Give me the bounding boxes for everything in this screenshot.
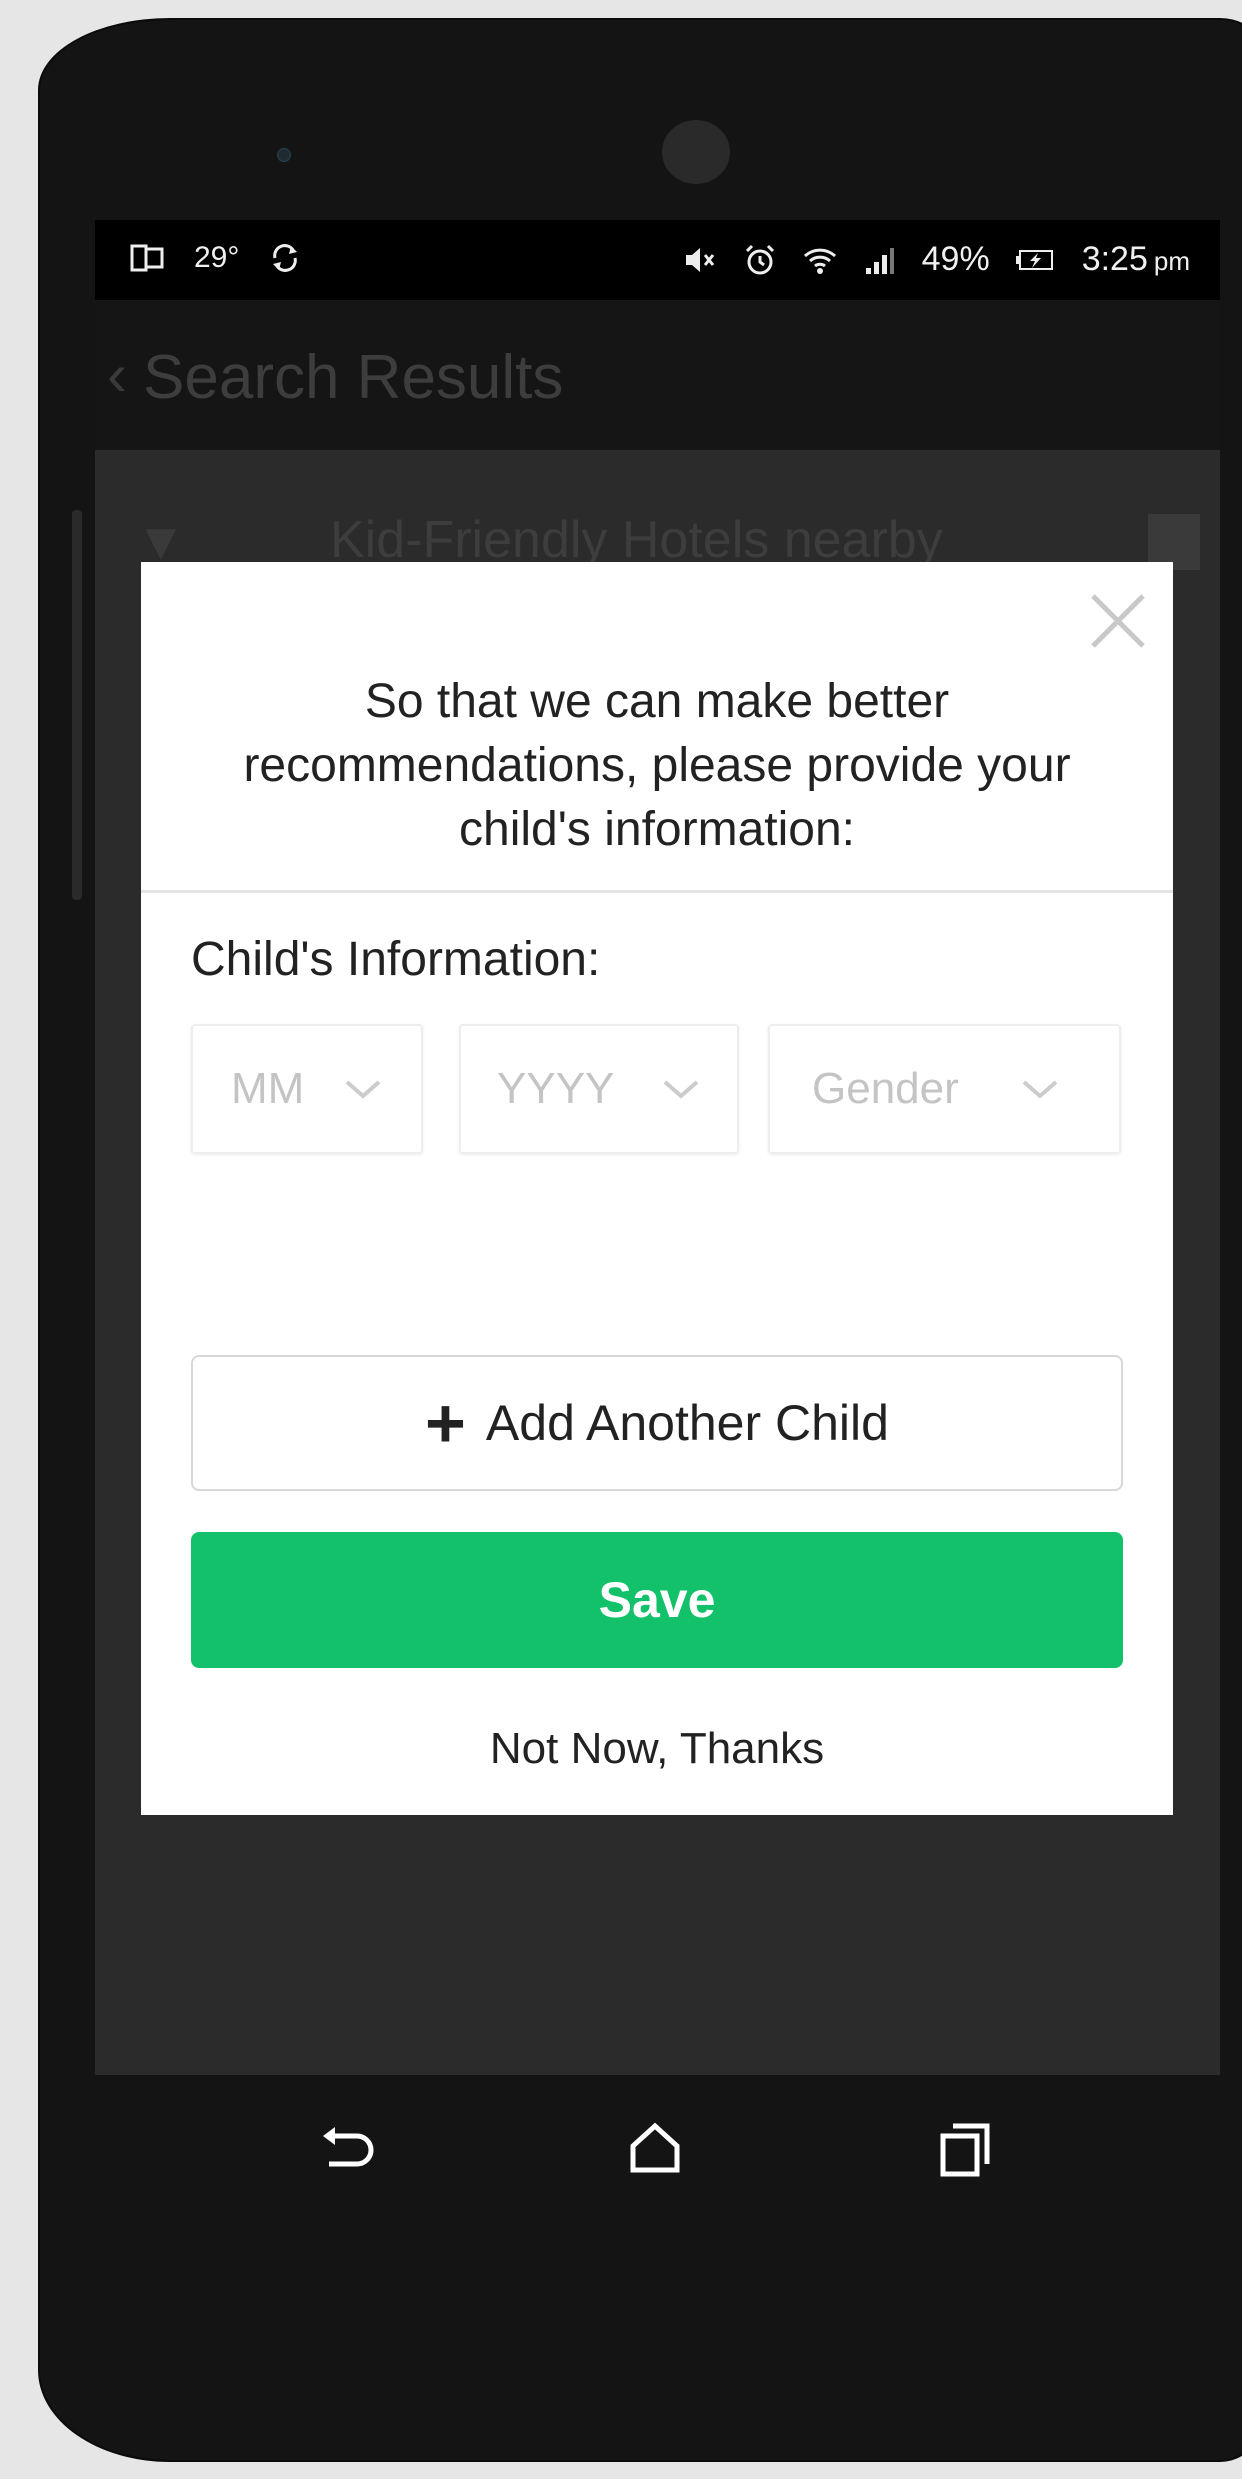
back-arrow-icon[interactable]: ‹ [107, 340, 127, 409]
mute-icon [685, 247, 714, 272]
alarm-icon [745, 244, 774, 274]
front-camera [662, 120, 730, 184]
temperature: 29° [194, 241, 240, 274]
app-bar: ‹ Search Results [95, 300, 1220, 450]
battery-percent: 49% [921, 240, 990, 278]
month-select[interactable]: MM [191, 1024, 423, 1154]
recents-icon[interactable] [935, 2120, 995, 2180]
side-button [72, 510, 82, 900]
save-button[interactable]: Save [191, 1532, 1123, 1668]
clock-suffix: pm [1153, 246, 1190, 276]
results-header-text: Kid-Friendly Hotels nearby [330, 511, 943, 569]
status-bar: 29° 49% 3:25 pm [95, 220, 1220, 300]
page-title: Search Results [143, 343, 564, 412]
child-info-modal: So that we can make better recommendatio… [141, 562, 1173, 1815]
add-another-child-label: Add Another Child [485, 1395, 889, 1451]
modal-intro-text: So that we can make better recommendatio… [243, 675, 1071, 856]
sync-icon [273, 244, 298, 272]
navigation-bar [95, 2075, 1220, 2215]
month-select-value: MM [231, 1064, 305, 1113]
close-icon[interactable] [1083, 586, 1153, 656]
chevron-down-icon [663, 1080, 699, 1099]
gender-select[interactable]: Gender [768, 1024, 1121, 1154]
clock-time: 3:25 [1081, 240, 1148, 278]
wifi-icon [803, 248, 836, 274]
add-another-child-button[interactable]: + Add Another Child [191, 1355, 1123, 1491]
clock: 3:25 pm [1082, 240, 1190, 279]
screen-mirror-icon [130, 244, 164, 272]
year-select[interactable]: YYYY [459, 1024, 739, 1154]
signal-icon [865, 247, 894, 274]
home-icon[interactable] [625, 2120, 685, 2180]
back-icon[interactable] [315, 2120, 375, 2180]
year-select-value: YYYY [497, 1064, 615, 1113]
section-label: Child's Information: [191, 933, 601, 986]
screen: 29° 49% 3:25 pm ‹ Search Results ▼ Kid-F… [95, 220, 1220, 2075]
chevron-down-icon [1022, 1080, 1058, 1099]
not-now-link[interactable]: Not Now, Thanks [141, 1724, 1173, 1774]
battery-icon [1015, 249, 1053, 270]
gender-select-value: Gender [812, 1064, 959, 1113]
chevron-down-icon [345, 1080, 381, 1099]
results-header: ▼ Kid-Friendly Hotels nearby [95, 500, 1220, 571]
divider [141, 890, 1173, 893]
plus-icon: + [425, 1384, 466, 1462]
sensor-dot [277, 148, 291, 162]
